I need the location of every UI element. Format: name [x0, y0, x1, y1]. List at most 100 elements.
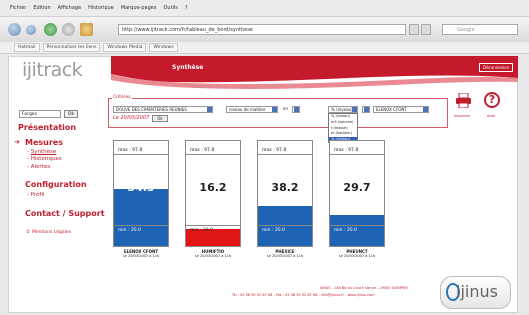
site-dropdown-value: DOUVE DES CIMENTERIES REUNIES [116, 107, 187, 112]
nav-profil[interactable]: - Profil [27, 192, 44, 198]
gauge-max-label: max : 97.8 [262, 148, 287, 153]
measure-dropdown[interactable]: niveau de matière [226, 106, 278, 113]
browser-menubar: Fichier Edition Affichage Historique Mar… [0, 0, 529, 17]
date-field[interactable]: Le 20/03/2007 [113, 115, 149, 121]
site-ok-button[interactable]: Ok [64, 110, 78, 118]
gauge-date: Le 20/03/2007 à 11h [122, 254, 160, 258]
bookmark-windows-media[interactable]: Windows Media [103, 43, 147, 52]
silo-gauge[interactable]: max : 97.8 min : 20.0 29.7 [329, 140, 385, 247]
help-icon[interactable]: ? [484, 92, 500, 108]
address-bar[interactable]: http://www.ijitrack.com/fr/tableau_de_bo… [118, 24, 406, 35]
gauge-fill [114, 189, 168, 246]
unit-dropdown[interactable]: % (niveau) [328, 106, 358, 113]
gauge-max-label: max : 97.8 [190, 148, 215, 153]
unit-dropdown-value: % (niveau) [331, 107, 353, 112]
criteria-label: Critères [112, 95, 132, 100]
gauge-date: Le 20/03/2007 à 11h [266, 254, 304, 258]
stop-icon[interactable] [62, 23, 75, 36]
site-header: ijitrack Synthèse Déconnexion [8, 56, 518, 89]
measure-dropdown-value: niveau de matière [229, 107, 266, 112]
menu-file[interactable]: Fichier [10, 5, 26, 11]
gauge-max-label: max : 97.8 [334, 148, 359, 153]
browser-toolbar: http://www.ijitrack.com/fr/tableau_de_bo… [0, 17, 529, 43]
nav-contact[interactable]: Contact / Support [25, 209, 105, 218]
nav-alertes[interactable]: - Alertes [27, 164, 50, 170]
gauge-value: 54.3 [127, 181, 155, 194]
site-dropdown[interactable]: DOUVE DES CIMENTERIES REUNIES [113, 106, 213, 113]
criteria-ok-button[interactable]: Ok [152, 115, 168, 122]
gauge-min-label: min : 20.0 [334, 228, 357, 233]
menu-tools[interactable]: Outils [163, 5, 177, 11]
menu-history[interactable]: Historique [88, 5, 114, 11]
gauge-value: 38.2 [271, 181, 299, 194]
go-icon[interactable] [409, 24, 419, 35]
menu-help[interactable]: ? [185, 5, 188, 11]
gauge-date: Le 20/03/2007 à 11h [338, 254, 376, 258]
ijitrack-logo[interactable]: ijitrack [22, 59, 83, 81]
bookmark-windows[interactable]: Windows [149, 43, 178, 52]
nav-presentation[interactable]: Présentation [18, 123, 76, 132]
nav-profil-label: Profil [30, 192, 45, 198]
forward-icon[interactable] [26, 25, 36, 35]
gauge-max-line [114, 154, 168, 155]
reload-icon[interactable] [44, 23, 57, 36]
header-banner [111, 56, 518, 89]
bookmark-customize[interactable]: Personnaliser les liens [42, 43, 101, 52]
help-label[interactable]: Aide [487, 114, 495, 118]
arrow-right-icon: ➔ [14, 138, 20, 146]
bookmark-hotmail[interactable]: Hotmail [14, 43, 40, 52]
nav-configuration[interactable]: Configuration [25, 180, 87, 189]
back-icon[interactable] [8, 23, 21, 36]
footer-address: IJINUS - 148 Bd du Couch Vanne - 29000 Q… [320, 286, 408, 290]
home-icon[interactable] [80, 23, 93, 36]
gauge-min-line [330, 225, 384, 226]
gauge-max-line [186, 154, 240, 155]
gauge-min-label: min : 20.0 [262, 228, 285, 233]
silo-dropdown[interactable]: ELENOX CFONT [373, 106, 429, 113]
nav-synthese-label: Synthèse [30, 149, 57, 155]
gauge-date: Le 20/03/2007 à 11h [194, 254, 232, 258]
silo-gauge[interactable]: max : 97.8 min : 20.0 16.2 [185, 140, 241, 247]
nav-mesures[interactable]: Mesures [25, 138, 63, 147]
gauge-min-label: min : 20.0 [190, 228, 213, 233]
ijinus-logo-text: ijinus [456, 282, 498, 301]
nav-synthese[interactable]: - Synthèse [27, 149, 56, 155]
unit-dropdown-list: % (niveau) m3 (volume) t (masse) m (haut… [328, 113, 358, 143]
menu-view[interactable]: Affichage [58, 5, 82, 11]
unit-chevron-icon[interactable] [292, 106, 300, 113]
gauge-min-line [186, 225, 240, 226]
silo-chevron-icon[interactable] [362, 106, 370, 113]
disconnect-button[interactable]: Déconnexion [479, 63, 514, 72]
en-label: en [283, 106, 288, 111]
unit-option[interactable]: m3 (volume) [329, 120, 357, 126]
criteria-panel [108, 98, 448, 128]
page-title: Synthèse [172, 64, 204, 71]
nav-legal[interactable]: © Mentions Légales [26, 230, 71, 235]
search-input[interactable]: Google [442, 24, 518, 35]
silo-dropdown-value: ELENOX CFONT [376, 107, 407, 112]
gauge-max-line [330, 154, 384, 155]
silo-gauge[interactable]: max : 97.8 min : 20.0 38.2 [257, 140, 313, 247]
dropdown-icon[interactable] [421, 24, 431, 35]
printer-icon[interactable] [456, 93, 471, 108]
menu-bookmarks[interactable]: Marque-pages [121, 5, 157, 11]
gauge-min-line [258, 225, 312, 226]
ijinus-logo[interactable]: ijinus [440, 276, 511, 309]
gauge-value: 29.7 [343, 181, 371, 194]
print-label[interactable]: Imprimer [454, 114, 470, 118]
bookmarks-bar: Hotmail Personnaliser les liens Windows … [0, 42, 529, 54]
nav-alertes-label: Alertes [30, 164, 51, 170]
menu-edit[interactable]: Edition [33, 5, 50, 11]
gauge-value: 16.2 [199, 181, 227, 194]
footer-contact: Tel : 02 98 90 92 87 66 - Fax : 02 98 90… [232, 293, 375, 297]
nav-historiques[interactable]: - Historiques [27, 156, 62, 162]
gauge-max-line [258, 154, 312, 155]
gauge-min-line [114, 225, 168, 226]
nav-historiques-label: Historiques [30, 156, 62, 162]
nav-legal-label: Mentions Légales [31, 230, 72, 235]
site-select[interactable]: Forges [19, 110, 61, 118]
gauge-min-label: min : 20.0 [118, 228, 141, 233]
silo-gauge[interactable]: max : 97.8 min : 20.0 54.3 [113, 140, 169, 247]
gauge-max-label: max : 97.8 [118, 148, 143, 153]
gauge-fill [258, 206, 312, 246]
